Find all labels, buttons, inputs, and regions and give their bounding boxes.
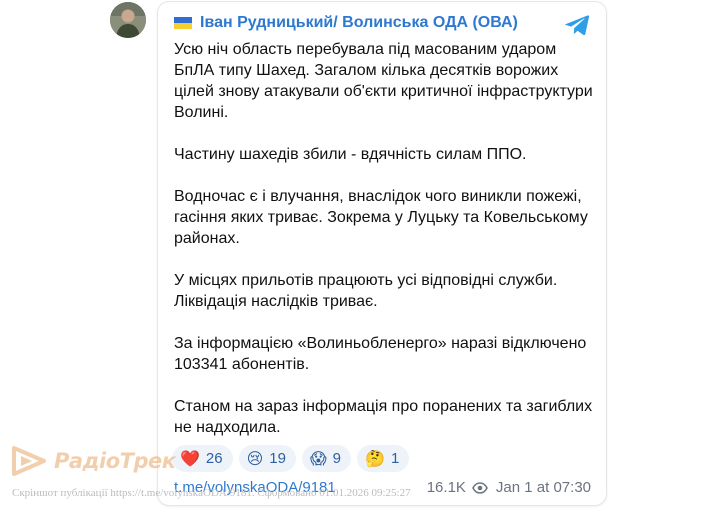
thinking-face-icon: 🤔 bbox=[365, 450, 385, 468]
heart-icon: ❤️ bbox=[180, 450, 200, 468]
brand-name: РадіоТрек bbox=[54, 449, 176, 473]
reaction-count: 1 bbox=[390, 450, 400, 467]
reaction-scream[interactable]: 😱 9 bbox=[301, 445, 352, 472]
paragraph: За інформацією «Волиньобленерго» наразі … bbox=[174, 335, 587, 373]
paragraph: Усю ніч область перебувала під масованим… bbox=[174, 41, 593, 121]
ukraine-flag-icon bbox=[174, 17, 192, 29]
telegram-post-card: Іван Рудницький/ Волинська ОДА (ОВА) Усю… bbox=[157, 1, 607, 506]
reaction-count: 26 bbox=[205, 450, 223, 467]
radiotrek-watermark-logo: РадіоТрек bbox=[10, 444, 176, 478]
paragraph: Частину шахедів збили - вдячність силам … bbox=[174, 146, 527, 163]
screenshot-caption: Скріншот публікації https://t.me/volynsk… bbox=[12, 487, 411, 499]
reaction-heart[interactable]: ❤️ 26 bbox=[172, 445, 233, 472]
reaction-count: 9 bbox=[332, 450, 342, 467]
post-meta: 16.1K Jan 1 at 07:30 bbox=[427, 479, 591, 496]
eye-icon bbox=[472, 481, 488, 494]
author-avatar[interactable] bbox=[110, 2, 146, 38]
avatar-image bbox=[110, 2, 146, 38]
post-text: Усю ніч область перебувала під масованим… bbox=[174, 39, 599, 459]
reaction-count: 19 bbox=[269, 450, 286, 467]
channel-name[interactable]: Іван Рудницький/ Волинська ОДА (ОВА) bbox=[200, 14, 518, 32]
reactions-bar: ❤️ 26 😢 19 😱 9 🤔 1 bbox=[172, 445, 410, 472]
paragraph: Станом на зараз інформація про поранених… bbox=[174, 398, 593, 436]
paragraph: Водночас є і влучання, внаслідок чого ви… bbox=[174, 188, 588, 247]
play-logo-icon bbox=[12, 446, 46, 476]
telegram-icon[interactable] bbox=[564, 14, 590, 36]
view-count: 16.1K bbox=[426, 479, 466, 496]
post-header: Іван Рудницький/ Волинська ОДА (ОВА) bbox=[174, 14, 518, 32]
post-timestamp: Jan 1 at 07:30 bbox=[495, 479, 591, 496]
reaction-cry[interactable]: 😢 19 bbox=[238, 445, 296, 472]
reaction-thinking[interactable]: 🤔 1 bbox=[357, 445, 410, 472]
paragraph: У місцях прильотів працюють усі відповід… bbox=[174, 272, 558, 310]
screaming-face-icon: 😱 bbox=[309, 450, 327, 468]
crying-face-icon: 😢 bbox=[246, 450, 264, 468]
